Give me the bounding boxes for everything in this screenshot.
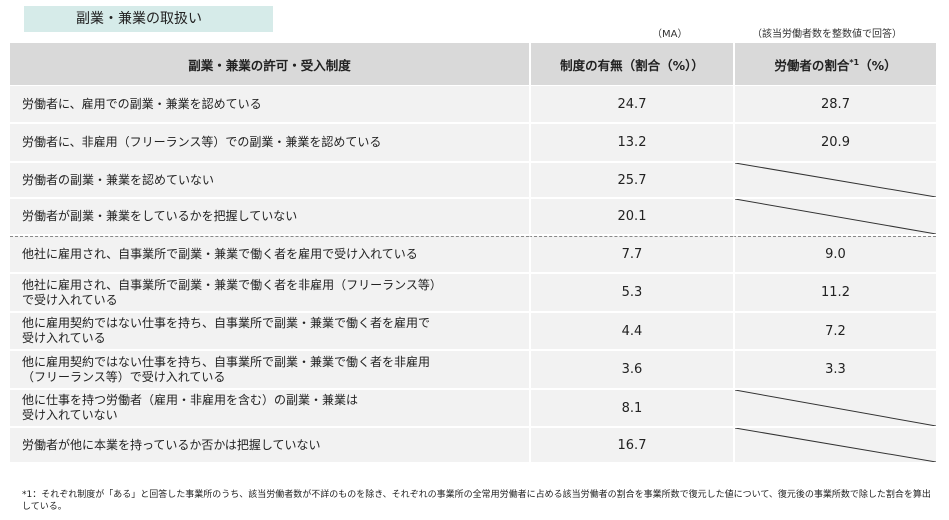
table-row: 他に雇用契約ではない仕事を持ち、自事業所で副業・兼業で働く者を非雇用 （フリーラン… xyxy=(10,351,936,390)
row-label: 他に雇用契約ではない仕事を持ち、自事業所で副業・兼業で働く者を雇用で 受け入れてい… xyxy=(10,313,529,351)
rate-value: 24.7 xyxy=(529,86,733,124)
worker-ratio-value: 28.7 xyxy=(733,86,936,124)
table-row: 他社に雇用され、自事業所で副業・兼業で働く者を雇用で受け入れている 7.7 9.… xyxy=(10,236,936,274)
table-row: 労働者が他に本業を持っているか否かは把握していない 16.7 xyxy=(10,428,936,464)
row-label-line2: で受け入れている xyxy=(22,292,118,307)
row-label-line2: 受け入れていない xyxy=(22,408,118,422)
diagonal-slash xyxy=(735,390,936,426)
rate-value: 13.2 xyxy=(529,124,733,163)
table-row: 他に仕事を持つ労働者（雇用・非雇用を含む）の副業・兼業は 受け入れていない 8.1 xyxy=(10,390,936,428)
policy-table: 副業・兼業の許可・受入制度 制度の有無（割合（%）） 労働者の割合*1（%） 労… xyxy=(10,43,936,464)
footnote-marker: *1 xyxy=(849,57,860,67)
row-label-line2: 受け入れている xyxy=(22,331,106,345)
rate-value: 5.3 xyxy=(529,274,733,313)
unit-note-integer: （該当労働者数を整数値で回答） xyxy=(752,29,902,40)
worker-ratio-value: 11.2 xyxy=(733,274,936,313)
row-label: 他に雇用契約ではない仕事を持ち、自事業所で副業・兼業で働く者を非雇用 （フリーラン… xyxy=(10,351,529,390)
rate-value: 25.7 xyxy=(529,163,733,199)
row-label: 他社に雇用され、自事業所で副業・兼業で働く者を雇用で受け入れている xyxy=(10,236,529,274)
worker-ratio-value: 7.2 xyxy=(733,313,936,351)
rate-value: 20.1 xyxy=(529,199,733,236)
not-applicable-cell xyxy=(733,390,936,428)
table-row: 他に雇用契約ではない仕事を持ち、自事業所で副業・兼業で働く者を雇用で 受け入れてい… xyxy=(10,313,936,351)
table-row: 労働者に、非雇用（フリーランス等）での副業・兼業を認めている 13.2 20.9 xyxy=(10,124,936,163)
rate-value: 3.6 xyxy=(529,351,733,390)
row-label: 労働者の副業・兼業を認めていない xyxy=(10,163,529,199)
row-label-line1: 他社に雇用され、自事業所で副業・兼業で働く者を非雇用（フリーランス等） xyxy=(22,277,442,292)
table-row: 労働者に、雇用での副業・兼業を認めている 24.7 28.7 xyxy=(10,86,936,124)
page-title: 副業・兼業の取扱い xyxy=(24,6,273,32)
rate-value: 4.4 xyxy=(529,313,733,351)
rate-value: 7.7 xyxy=(529,236,733,274)
row-label-line1: 他に仕事を持つ労働者（雇用・非雇用を含む）の副業・兼業は xyxy=(22,393,359,407)
not-applicable-cell xyxy=(733,428,936,464)
unit-note-ma: （MA） xyxy=(652,29,688,40)
row-label: 労働者が他に本業を持っているか否かは把握していない xyxy=(10,428,529,464)
not-applicable-cell xyxy=(733,163,936,199)
table-row: 労働者の副業・兼業を認めていない 25.7 xyxy=(10,163,936,199)
table-header-row: 副業・兼業の許可・受入制度 制度の有無（割合（%）） 労働者の割合*1（%） xyxy=(10,43,936,86)
header-worker-ratio: 労働者の割合*1（%） xyxy=(733,43,936,86)
table-row: 労働者が副業・兼業をしているかを把握していない 20.1 xyxy=(10,199,936,236)
diagonal-slash xyxy=(735,428,936,462)
rate-value: 8.1 xyxy=(529,390,733,428)
row-label: 他に仕事を持つ労働者（雇用・非雇用を含む）の副業・兼業は 受け入れていない xyxy=(10,390,529,428)
row-label: 労働者が副業・兼業をしているかを把握していない xyxy=(10,199,529,236)
not-applicable-cell xyxy=(733,199,936,236)
row-label-line2: （フリーランス等）で受け入れている xyxy=(22,369,226,384)
diagonal-slash xyxy=(735,163,936,197)
rate-value: 16.7 xyxy=(529,428,733,464)
header-worker-ratio-unit: （%） xyxy=(859,57,897,73)
worker-ratio-value: 9.0 xyxy=(733,236,936,274)
row-label: 他社に雇用され、自事業所で副業・兼業で働く者を非雇用（フリーランス等） で受け入れ… xyxy=(10,274,529,313)
table-row: 他社に雇用され、自事業所で副業・兼業で働く者を非雇用（フリーランス等） で受け入れ… xyxy=(10,274,936,313)
header-rate: 制度の有無（割合（%）） xyxy=(529,43,733,86)
row-label-line1: 他に雇用契約ではない仕事を持ち、自事業所で副業・兼業で働く者を雇用で xyxy=(22,316,431,330)
row-label: 労働者に、雇用での副業・兼業を認めている xyxy=(10,86,529,124)
footnote: *1：それぞれ制度が「ある」と回答した事業所のうち、該当労働者数が不詳のものを除… xyxy=(22,490,931,512)
diagonal-slash xyxy=(735,199,936,234)
worker-ratio-value: 20.9 xyxy=(733,124,936,163)
header-worker-ratio-label: 労働者の割合 xyxy=(774,57,850,73)
worker-ratio-value: 3.3 xyxy=(733,351,936,390)
header-policy: 副業・兼業の許可・受入制度 xyxy=(10,43,529,86)
row-label: 労働者に、非雇用（フリーランス等）での副業・兼業を認めている xyxy=(10,124,529,163)
row-label-line1: 他に雇用契約ではない仕事を持ち、自事業所で副業・兼業で働く者を非雇用 xyxy=(22,354,431,369)
